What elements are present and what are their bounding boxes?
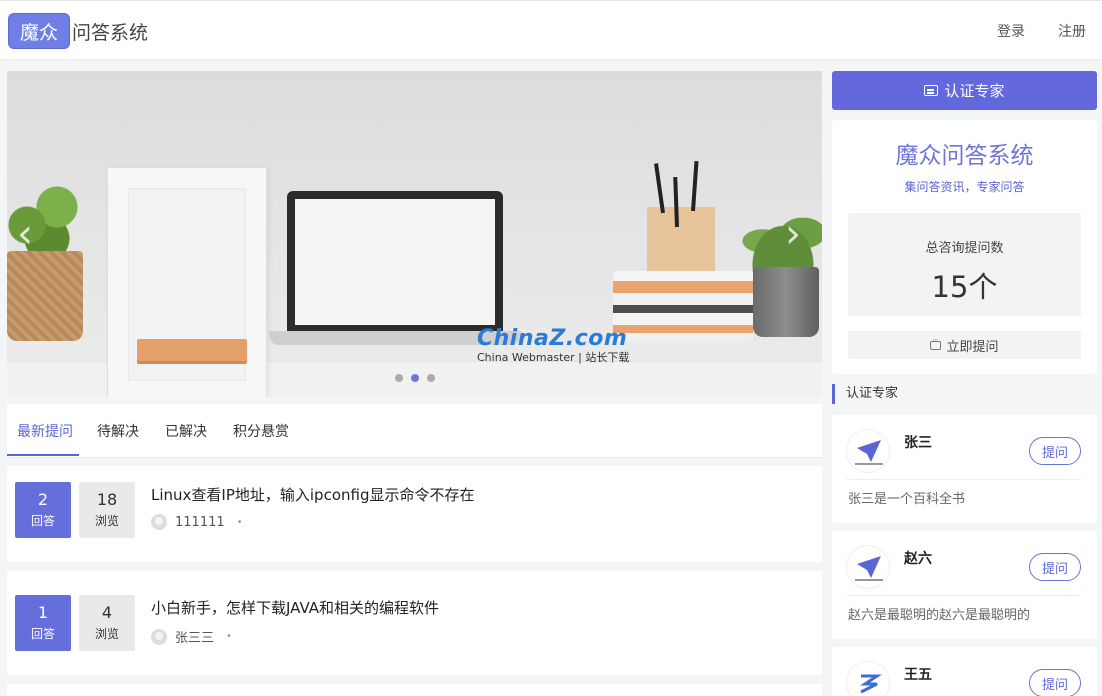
carousel-dot-3[interactable] — [427, 374, 435, 382]
answer-count-box: 2 回答 — [15, 482, 71, 538]
user-avatar-icon — [151, 628, 167, 645]
tab-bounty[interactable]: 积分悬赏 — [233, 421, 289, 441]
view-label: 浏览 — [94, 627, 119, 641]
site-logo[interactable]: 魔众 问答系统 — [8, 13, 148, 49]
ask-expert-button[interactable]: 提问 — [1029, 669, 1081, 696]
answer-label: 回答 — [30, 514, 55, 528]
chevron-left-icon[interactable]: ‹ — [17, 211, 33, 257]
ask-question-button[interactable]: 立即提问 — [848, 331, 1081, 359]
banner-carousel[interactable]: ChinaZ.com China Webmaster | 站长下载 ‹ › — [7, 71, 822, 397]
top-header: 魔众 问答系统 登录 注册 — [0, 0, 1102, 60]
pencil-cup — [647, 160, 715, 277]
chevron-right-icon[interactable]: › — [785, 211, 801, 257]
expert-name[interactable]: 王五 — [904, 664, 932, 684]
question-card[interactable]: 2 回答 18 浏览 Linux查看IP地址，输入ipconfig显示命令不存在… — [7, 466, 822, 562]
logo-text: 问答系统 — [72, 21, 149, 44]
question-count-box: 总咨询提问数 15个 — [848, 213, 1081, 316]
verify-expert-button[interactable]: 认证专家 — [832, 71, 1097, 110]
expert-name[interactable]: 张三 — [904, 432, 932, 452]
picture-frame — [107, 167, 267, 397]
divider — [846, 479, 1081, 480]
expert-card[interactable]: 赵六 提问 赵六是最聪明的赵六是最聪明的 — [832, 531, 1097, 639]
author-name: 111111 — [175, 514, 225, 530]
expert-name[interactable]: 赵六 — [904, 548, 932, 568]
ask-expert-button[interactable]: 提问 — [1029, 553, 1081, 581]
view-count-box: 4 浏览 — [79, 595, 135, 651]
dot-separator: • — [226, 631, 232, 642]
question-author[interactable]: 111111 • — [151, 514, 243, 530]
ask-expert-button[interactable]: 提问 — [1029, 437, 1081, 465]
answer-count: 2 — [37, 490, 49, 509]
question-card[interactable]: 1 回答 4 浏览 小白新手，怎样下载JAVA和相关的编程软件 张三三 • — [7, 571, 822, 675]
login-link[interactable]: 登录 — [997, 21, 1025, 41]
question-author[interactable]: 张三三 • — [151, 627, 232, 646]
plant-right-pot — [753, 267, 819, 337]
active-tab-indicator — [7, 454, 79, 456]
expert-card[interactable]: 王五 提问 — [832, 647, 1097, 696]
watermark-main: ChinaZ.com — [477, 326, 628, 351]
plant-left-pot — [7, 251, 83, 341]
site-info-subtitle: 集问答资讯，专家问答 — [904, 180, 1025, 194]
dot-separator: • — [236, 516, 243, 528]
watermark-sub: China Webmaster | 站长下载 — [477, 351, 630, 364]
carousel-dot-1[interactable] — [395, 374, 403, 382]
expert-description: 赵六是最聪明的赵六是最聪明的 — [848, 608, 1031, 623]
site-info-card: 魔众问答系统 集问答资讯，专家问答 总咨询提问数 15个 立即提问 — [832, 120, 1097, 374]
ask-question-label: 立即提问 — [946, 339, 999, 355]
user-avatar-icon — [151, 514, 167, 530]
question-count-value: 15个 — [931, 270, 998, 304]
expert-description: 张三是一个百科全书 — [848, 492, 966, 507]
tab-latest[interactable]: 最新提问 — [17, 421, 73, 441]
book-stack — [613, 271, 753, 341]
author-name: 张三三 — [175, 631, 215, 646]
carousel-dot-2[interactable] — [411, 374, 419, 382]
expert-card[interactable]: 张三 提问 张三是一个百科全书 — [832, 415, 1097, 523]
brand-s-avatar-icon[interactable] — [846, 661, 890, 696]
id-card-icon — [924, 85, 939, 96]
logo-badge: 魔众 — [8, 13, 70, 49]
tab-solved[interactable]: 已解决 — [165, 421, 207, 441]
question-card-partial — [7, 684, 822, 696]
notebook — [137, 339, 247, 361]
site-info-title: 魔众问答系统 — [895, 143, 1034, 169]
watermark: ChinaZ.com China Webmaster | 站长下载 — [477, 326, 629, 365]
carousel-dots — [395, 374, 435, 382]
question-title[interactable]: 小白新手，怎样下载JAVA和相关的编程软件 — [151, 597, 439, 618]
question-title[interactable]: Linux查看IP地址，输入ipconfig显示命令不存在 — [151, 484, 474, 505]
register-link[interactable]: 注册 — [1058, 21, 1086, 41]
view-count-box: 18 浏览 — [79, 482, 135, 538]
answer-count: 1 — [37, 603, 49, 622]
experts-heading: 认证专家 — [832, 384, 898, 404]
chat-bubble-icon — [930, 336, 942, 350]
laptop-screen — [287, 191, 503, 331]
view-label: 浏览 — [94, 514, 119, 528]
view-count: 18 — [96, 490, 118, 509]
divider — [846, 595, 1081, 596]
paper-plane-avatar-icon[interactable] — [846, 429, 890, 473]
paper-plane-avatar-icon[interactable] — [846, 545, 890, 589]
answer-count-box: 1 回答 — [15, 595, 71, 651]
view-count: 4 — [101, 603, 113, 622]
question-count-label: 总咨询提问数 — [925, 241, 1004, 256]
verify-expert-label: 认证专家 — [944, 82, 1005, 100]
tab-unsolved[interactable]: 待解决 — [97, 421, 139, 441]
question-tabs: 最新提问 待解决 已解决 积分悬赏 — [7, 404, 822, 458]
answer-label: 回答 — [30, 627, 55, 641]
